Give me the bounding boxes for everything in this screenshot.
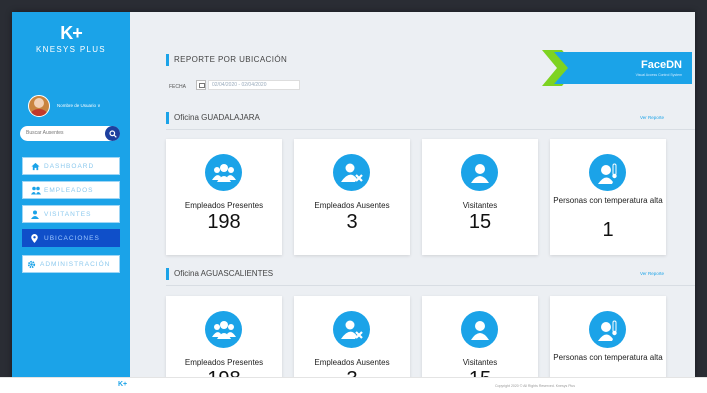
avatar [28, 95, 50, 117]
card-value: 15 [468, 211, 492, 233]
report-link[interactable]: Ver Reporte [640, 271, 664, 276]
card-label: Personas con temperatura alta [553, 196, 663, 205]
logo-text: KNESYS PLUS [36, 45, 106, 54]
section-title: Oficina AGUASCALIENTES [174, 269, 274, 278]
user-icon [31, 209, 41, 219]
divider [166, 129, 695, 130]
search-button[interactable] [105, 126, 120, 141]
sidebar-item-empleados[interactable]: EMPLEADOS [22, 181, 120, 199]
main-content: REPORTE POR UBICACIÓN FECHA 02/04/2020 -… [130, 12, 695, 380]
app-window: K+ KNESYS PLUS Nombre de Usuario ∨ Busca… [12, 12, 695, 380]
group-icon [205, 311, 242, 348]
card-label: Empleados Presentes [184, 201, 264, 210]
users-icon [31, 185, 41, 195]
sidebar-item-dashboard[interactable]: DASHBOARD [22, 157, 120, 175]
card-label: Visitantes [462, 201, 498, 210]
page-title: REPORTE POR UBICACIÓN [174, 55, 288, 64]
section-title: Oficina GUADALAJARA [174, 113, 260, 122]
card-label: Empleados Ausentes [314, 201, 390, 210]
user-menu[interactable]: Nombre de Usuario ∨ [28, 95, 101, 117]
section-accent-bar [166, 268, 169, 280]
location-icon [31, 233, 41, 243]
sidebar-item-ubicaciones[interactable]: UBICACIONES [22, 229, 120, 247]
stat-card-absent[interactable]: Empleados Ausentes 3 [294, 296, 410, 380]
section-accent-bar [166, 112, 169, 124]
thermometer-user-icon [589, 311, 626, 348]
sidebar-item-label: ADMINISTRACIÓN [40, 260, 111, 268]
stat-card-visitors[interactable]: Visitantes 15 [422, 296, 538, 380]
footer: K+ Copyright 2020 © All Rights Reserved.… [0, 377, 707, 393]
sidebar-item-label: VISITANTES [44, 210, 92, 218]
date-range-input[interactable]: 02/04/2020 - 02/04/2020 [208, 80, 300, 90]
user-name: Nombre de Usuario ∨ [57, 103, 101, 108]
user-icon [461, 311, 498, 348]
sidebar-item-label: EMPLEADOS [44, 186, 94, 194]
search-icon [108, 129, 117, 138]
home-icon [31, 161, 41, 171]
logo-mark: K+ [60, 23, 83, 43]
user-icon [461, 154, 498, 191]
calendar-icon[interactable] [196, 80, 206, 90]
gear-icon [27, 259, 37, 269]
footer-logo: K+ [118, 381, 128, 388]
facedn-title: FaceDN [641, 59, 682, 71]
stat-card-temperature[interactable]: Personas con temperatura alta 1 [550, 296, 666, 380]
date-label: FECHA [169, 84, 186, 90]
group-icon [205, 154, 242, 191]
stat-card-present[interactable]: Empleados Presentes 198 [166, 296, 282, 380]
card-label: Empleados Presentes [184, 358, 264, 367]
divider [166, 285, 695, 286]
logo[interactable]: K+ KNESYS PLUS [12, 24, 130, 54]
facedn-banner: FaceDN Visual Access Control System [542, 50, 692, 86]
copyright-text: Copyright 2020 © All Rights Reserved. Kn… [495, 384, 576, 388]
thermometer-user-icon [589, 154, 626, 191]
facedn-subtitle: Visual Access Control System [635, 73, 682, 77]
card-value: 1 [602, 219, 614, 241]
user-remove-icon [333, 154, 370, 191]
card-value: 198 [207, 211, 241, 233]
report-link[interactable]: Ver Reporte [640, 115, 664, 120]
stat-card-absent[interactable]: Empleados Ausentes 3 [294, 139, 410, 255]
sidebar: K+ KNESYS PLUS Nombre de Usuario ∨ Busca… [12, 12, 130, 380]
stat-card-present[interactable]: Empleados Presentes 198 [166, 139, 282, 255]
card-label: Personas con temperatura alta [553, 353, 663, 362]
title-accent-bar [166, 54, 169, 66]
user-remove-icon [333, 311, 370, 348]
card-label: Visitantes [462, 358, 498, 367]
sidebar-item-label: UBICACIONES [44, 234, 100, 242]
sidebar-item-label: DASHBOARD [44, 162, 95, 170]
card-value: 3 [346, 211, 358, 233]
stat-card-visitors[interactable]: Visitantes 15 [422, 139, 538, 255]
search-box[interactable]: Buscar Ausentes [20, 126, 120, 141]
card-label: Empleados Ausentes [314, 358, 390, 367]
sidebar-item-visitantes[interactable]: VISITANTES [22, 205, 120, 223]
sidebar-item-administracion[interactable]: ADMINISTRACIÓN [22, 255, 120, 273]
stat-card-temperature[interactable]: Personas con temperatura alta 1 [550, 139, 666, 255]
